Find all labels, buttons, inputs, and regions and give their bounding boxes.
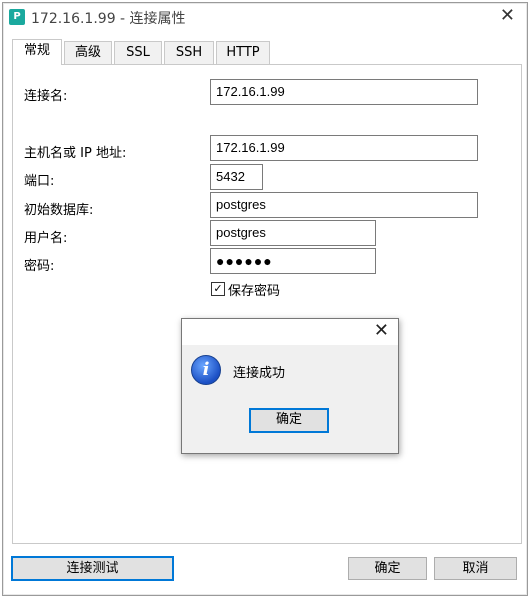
tab-general[interactable]: 常规 <box>12 39 62 65</box>
dialog-close-icon[interactable]: ✕ <box>374 320 389 341</box>
username-label: 用户名: <box>24 231 68 246</box>
cancel-button[interactable]: 取消 <box>434 557 517 580</box>
host-input[interactable]: 172.16.1.99 <box>210 135 478 161</box>
username-input[interactable]: postgres <box>210 220 376 246</box>
tab-advanced[interactable]: 高级 <box>64 41 112 64</box>
tab-ssl[interactable]: SSL <box>114 41 162 64</box>
general-panel: 连接名: 172.16.1.99 主机名或 IP 地址: 172.16.1.99… <box>12 64 522 544</box>
save-password-label: 保存密码 <box>228 284 281 299</box>
dialog-ok-button[interactable]: 确定 <box>249 408 329 433</box>
dialog-body: i 连接成功 确定 <box>182 345 398 453</box>
test-connection-button[interactable]: 连接测试 <box>11 556 174 581</box>
success-dialog: ✕ i 连接成功 确定 <box>181 318 399 454</box>
window-title: 172.16.1.99 - 连接属性 <box>31 11 186 27</box>
close-icon[interactable]: ✕ <box>500 5 515 26</box>
save-password-checkbox[interactable]: ✓ <box>211 282 225 296</box>
app-icon: P <box>9 9 25 25</box>
connection-name-input[interactable]: 172.16.1.99 <box>210 79 478 105</box>
info-icon: i <box>191 355 221 385</box>
tab-http[interactable]: HTTP <box>216 41 270 64</box>
ok-button[interactable]: 确定 <box>348 557 427 580</box>
tab-ssh[interactable]: SSH <box>164 41 214 64</box>
port-input[interactable]: 5432 <box>210 164 263 190</box>
connection-properties-window: P 172.16.1.99 - 连接属性 ✕ 常规 高级 SSL SSH HTT… <box>2 2 528 596</box>
dialog-message: 连接成功 <box>233 366 286 381</box>
password-input[interactable]: ●●●●●● <box>210 248 376 274</box>
connection-name-label: 连接名: <box>24 89 68 104</box>
port-label: 端口: <box>24 174 55 189</box>
database-input[interactable]: postgres <box>210 192 478 218</box>
password-label: 密码: <box>24 259 55 274</box>
database-label: 初始数据库: <box>24 203 94 218</box>
host-label: 主机名或 IP 地址: <box>24 146 127 161</box>
title-bar: P 172.16.1.99 - 连接属性 ✕ <box>3 3 527 31</box>
